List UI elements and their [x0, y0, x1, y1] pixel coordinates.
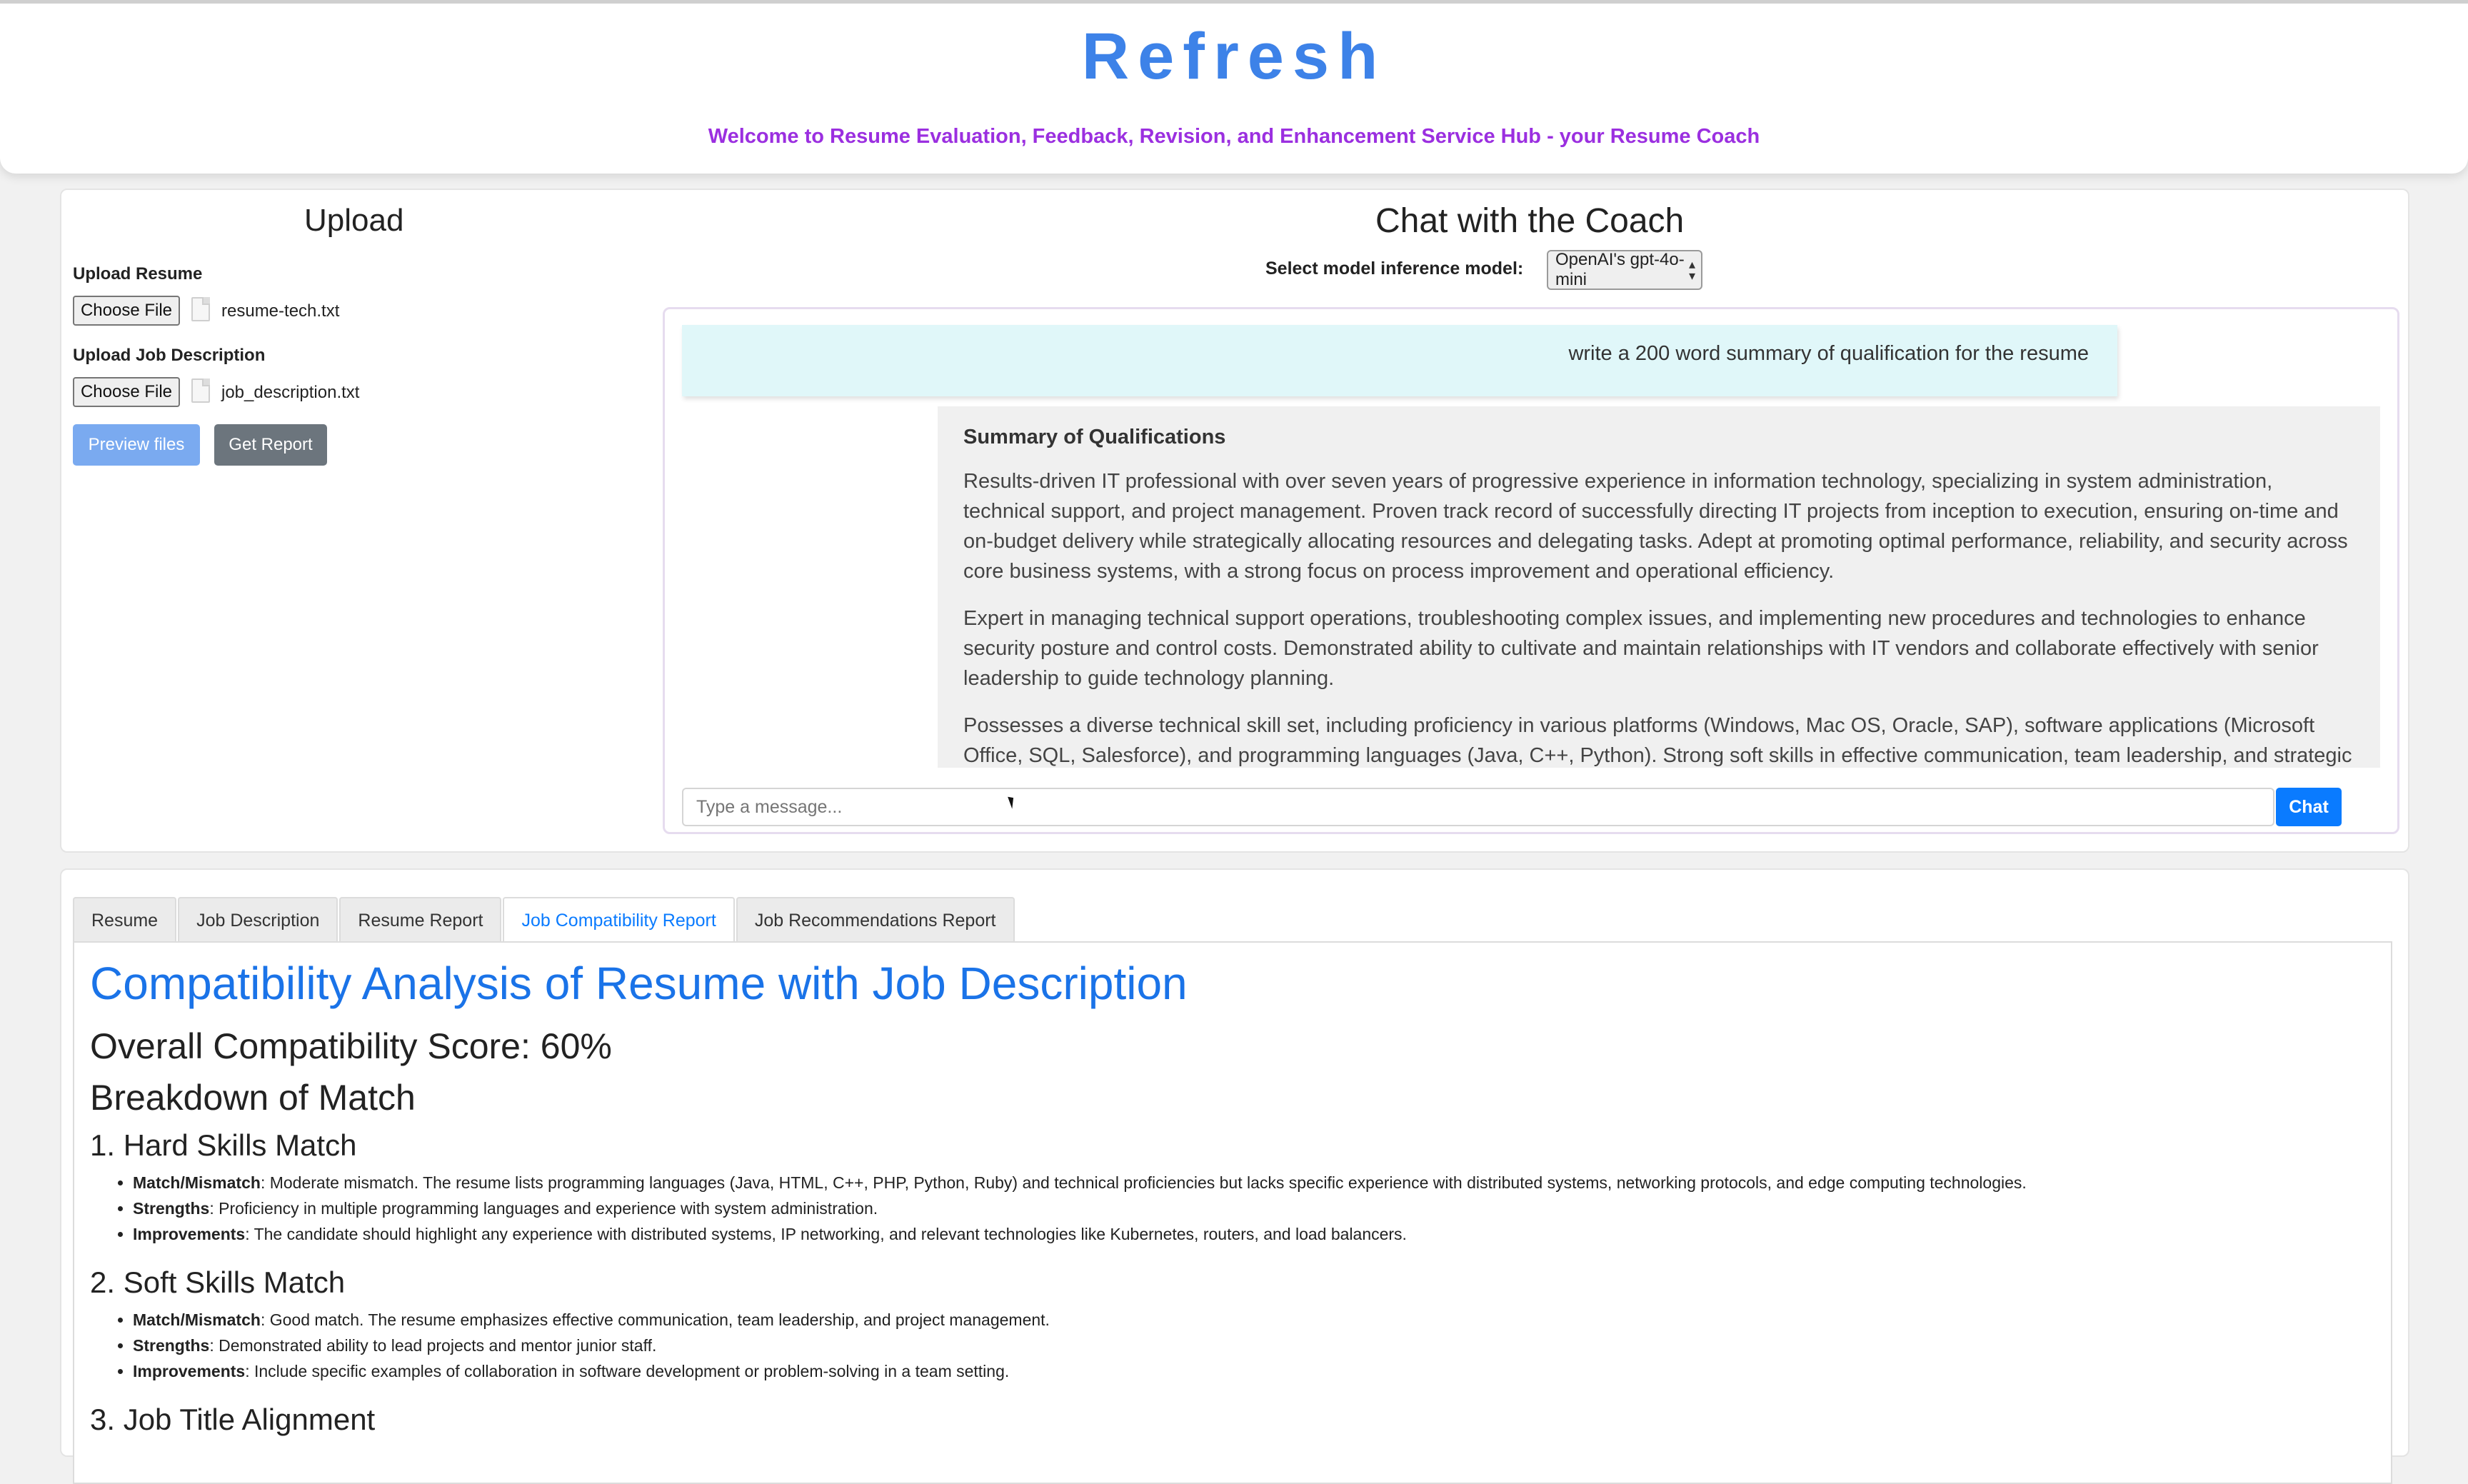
resume-file-name: resume-tech.txt	[221, 301, 340, 321]
model-select[interactable]: OpenAI's gpt-4o-mini ▴ ▾	[1547, 250, 1702, 290]
message-input[interactable]	[682, 788, 2274, 826]
workspace-panel: Upload Upload Resume Choose File resume-…	[60, 189, 2409, 853]
item-key: Strengths	[133, 1199, 210, 1218]
file-icon	[191, 297, 210, 321]
chat-window[interactable]: write a 200 word summary of qualificatio…	[663, 307, 2399, 834]
item-key: Match/Mismatch	[133, 1173, 261, 1192]
model-select-value: OpenAI's gpt-4o-mini	[1555, 250, 1685, 289]
coach-message-heading: Summary of Qualifications	[963, 426, 1226, 448]
tab-content: Compatibility Analysis of Resume with Jo…	[73, 941, 2392, 1484]
tab-job-recommendations-report[interactable]: Job Recommendations Report	[736, 897, 1015, 943]
compatibility-report: Compatibility Analysis of Resume with Jo…	[90, 957, 2375, 1444]
list-item: Strengths: Demonstrated ability to lead …	[133, 1333, 2375, 1358]
coach-message[interactable]: Summary of Qualifications Results-driven…	[938, 406, 2380, 768]
section-list: Match/Mismatch: Moderate mismatch. The r…	[90, 1170, 2375, 1247]
app-title: Refresh	[1081, 20, 1387, 93]
item-key: Strengths	[133, 1336, 210, 1355]
preview-files-button[interactable]: Preview files	[73, 424, 200, 466]
user-message: write a 200 word summary of qualificatio…	[682, 325, 2117, 396]
item-text: : Demonstrated ability to lead projects …	[209, 1336, 657, 1355]
list-item: Match/Mismatch: Good match. The resume e…	[133, 1307, 2375, 1333]
list-item: Strengths: Proficiency in multiple progr…	[133, 1195, 2375, 1221]
tab-resume[interactable]: Resume	[73, 897, 177, 943]
upload-job-label: Upload Job Description	[73, 346, 266, 365]
item-key: Match/Mismatch	[133, 1310, 261, 1329]
coach-message-paragraph: Expert in managing technical support ope…	[963, 607, 2319, 690]
tab-job-compatibility-report[interactable]: Job Compatibility Report	[503, 897, 735, 943]
list-item: Improvements: The candidate should highl…	[133, 1221, 2375, 1247]
select-arrows-icon: ▴ ▾	[1688, 257, 1695, 283]
list-item: Improvements: Include specific examples …	[133, 1358, 2375, 1384]
job-file-name: job_description.txt	[221, 383, 360, 402]
section-list: Match/Mismatch: Good match. The resume e…	[90, 1307, 2375, 1384]
file-icon	[191, 378, 210, 403]
section-heading: 3. Job Title Alignment	[90, 1403, 376, 1436]
item-key: Improvements	[133, 1362, 246, 1380]
item-text: : Proficiency in multiple programming la…	[209, 1199, 878, 1218]
upload-resume-label: Upload Resume	[73, 264, 203, 284]
list-item: Match/Mismatch: Moderate mismatch. The r…	[133, 1170, 2375, 1195]
choose-resume-file-button[interactable]: Choose File	[73, 296, 180, 326]
report-panel: Resume Job Description Resume Report Job…	[60, 868, 2409, 1484]
breakdown-heading: Breakdown of Match	[90, 1078, 416, 1118]
app-subtitle: Welcome to Resume Evaluation, Feedback, …	[708, 125, 1760, 148]
tab-resume-report[interactable]: Resume Report	[339, 897, 502, 943]
coach-message-paragraph: Possesses a diverse technical skill set,…	[963, 714, 2352, 767]
coach-message-paragraph: Results-driven IT professional with over…	[963, 470, 2348, 583]
model-select-label: Select model inference model:	[1265, 259, 1524, 279]
report-title: Compatibility Analysis of Resume with Jo…	[90, 958, 1188, 1009]
item-text: : Moderate mismatch. The resume lists pr…	[260, 1173, 2027, 1192]
chat-title: Chat with the Coach	[1375, 202, 1685, 240]
item-text: : The candidate should highlight any exp…	[245, 1225, 1407, 1243]
overall-score: Overall Compatibility Score: 60%	[90, 1026, 612, 1066]
item-text: : Good match. The resume emphasizes effe…	[260, 1310, 1050, 1329]
choose-job-file-button[interactable]: Choose File	[73, 377, 180, 407]
section-heading: 2. Soft Skills Match	[90, 1265, 346, 1299]
tab-job-description[interactable]: Job Description	[178, 897, 338, 943]
chat-send-button[interactable]: Chat	[2276, 788, 2342, 826]
item-text: : Include specific examples of collabora…	[245, 1362, 1010, 1380]
report-tabs: Resume Job Description Resume Report Job…	[73, 897, 1016, 943]
item-key: Improvements	[133, 1225, 246, 1243]
section-heading: 1. Hard Skills Match	[90, 1128, 357, 1162]
upload-title: Upload	[304, 203, 404, 238]
get-report-button[interactable]: Get Report	[214, 424, 327, 466]
app-header: Refresh Welcome to Resume Evaluation, Fe…	[0, 0, 2468, 174]
